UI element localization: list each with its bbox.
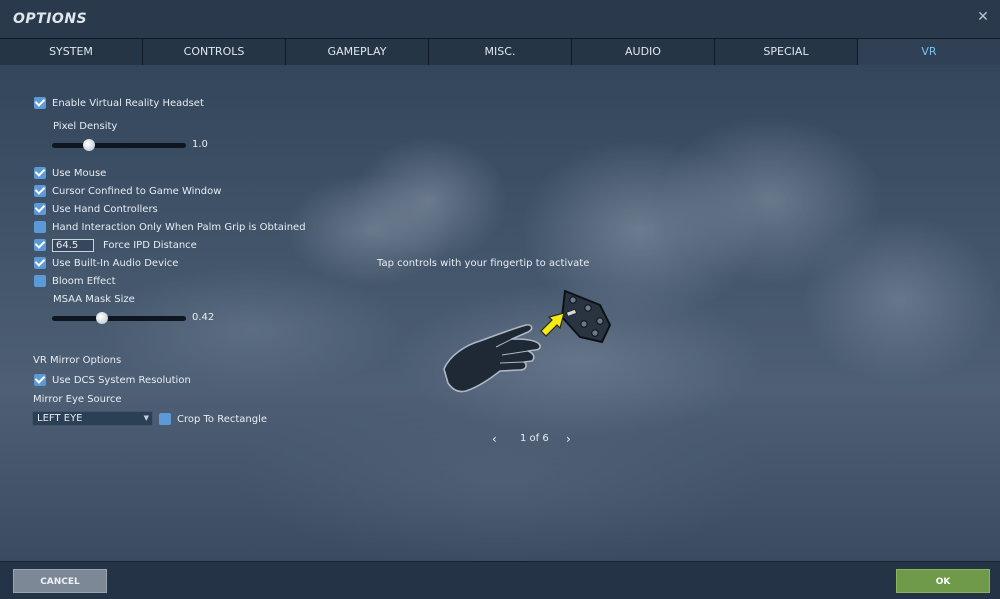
cursor-confined-label: Cursor Confined to Game Window bbox=[52, 185, 222, 197]
dcs-resolution-option[interactable]: Use DCS System Resolution bbox=[34, 373, 191, 387]
pixel-density-value: 1.0 bbox=[192, 139, 208, 150]
cancel-button[interactable]: CANCEL bbox=[13, 569, 107, 593]
page-indicator: 1 of 6 bbox=[520, 433, 549, 444]
bloom-checkbox[interactable] bbox=[34, 275, 46, 287]
footer-bar: CANCEL OK bbox=[0, 561, 1000, 599]
builtin-audio-checkbox[interactable] bbox=[34, 257, 46, 269]
msaa-mask-value: 0.42 bbox=[192, 312, 215, 323]
arrow-icon bbox=[540, 312, 565, 337]
tab-system[interactable]: SYSTEM bbox=[0, 39, 143, 65]
pixel-density-knob[interactable] bbox=[82, 139, 95, 151]
vr-options-panel: Enable Virtual Reality Headset Pixel Den… bbox=[0, 65, 1000, 561]
force-ipd-label: Force IPD Distance bbox=[103, 239, 197, 251]
hand-controllers-checkbox[interactable] bbox=[34, 203, 46, 215]
mirror-section-heading: VR Mirror Options bbox=[33, 355, 122, 366]
tutorial-pager: ‹ 1 of 6 › bbox=[490, 432, 580, 447]
cursor-confined-option[interactable]: Cursor Confined to Game Window bbox=[34, 184, 221, 198]
use-mouse-option[interactable]: Use Mouse bbox=[34, 166, 106, 180]
cursor-confined-checkbox[interactable] bbox=[34, 185, 46, 197]
chevron-down-icon: ▼ bbox=[143, 414, 149, 422]
tab-controls[interactable]: CONTROLS bbox=[143, 39, 286, 65]
force-ipd-option[interactable]: 64.5 Force IPD Distance bbox=[34, 238, 197, 252]
builtin-audio-label: Use Built-In Audio Device bbox=[52, 257, 179, 269]
crop-rect-option[interactable]: Crop To Rectangle bbox=[159, 412, 267, 426]
vr-glove-tap-illustration bbox=[443, 289, 612, 393]
hand-controllers-option[interactable]: Use Hand Controllers bbox=[34, 202, 158, 216]
chevron-right-icon[interactable]: › bbox=[566, 432, 571, 446]
dcs-resolution-checkbox[interactable] bbox=[34, 374, 46, 386]
enable-vr-option[interactable]: Enable Virtual Reality Headset bbox=[34, 96, 204, 110]
mirror-eye-label: Mirror Eye Source bbox=[33, 394, 122, 405]
tab-gameplay[interactable]: GAMEPLAY bbox=[286, 39, 429, 65]
window-title: OPTIONS bbox=[13, 11, 88, 27]
msaa-mask-slider[interactable]: 0.42 bbox=[52, 312, 222, 324]
pixel-density-label: Pixel Density bbox=[53, 121, 118, 132]
force-ipd-checkbox[interactable] bbox=[34, 239, 46, 251]
palm-grip-label: Hand Interaction Only When Palm Grip is … bbox=[52, 221, 306, 233]
pixel-density-slider[interactable]: 1.0 bbox=[52, 139, 222, 151]
control-panel-icon bbox=[560, 289, 612, 344]
mirror-eye-select[interactable]: LEFT EYE ▼ bbox=[32, 411, 153, 426]
chevron-left-icon[interactable]: ‹ bbox=[492, 432, 497, 446]
builtin-audio-option[interactable]: Use Built-In Audio Device bbox=[34, 256, 178, 270]
msaa-mask-label: MSAA Mask Size bbox=[53, 294, 135, 305]
enable-vr-label: Enable Virtual Reality Headset bbox=[52, 97, 204, 109]
close-icon[interactable]: ✕ bbox=[976, 10, 990, 24]
msaa-mask-track[interactable] bbox=[52, 316, 186, 321]
bloom-option[interactable]: Bloom Effect bbox=[34, 274, 116, 288]
dcs-resolution-label: Use DCS System Resolution bbox=[52, 374, 191, 386]
use-mouse-label: Use Mouse bbox=[52, 167, 107, 179]
tab-vr[interactable]: VR bbox=[858, 39, 1000, 65]
tab-audio[interactable]: AUDIO bbox=[572, 39, 715, 65]
ipd-distance-input[interactable]: 64.5 bbox=[52, 238, 94, 252]
title-bar: OPTIONS ✕ bbox=[0, 0, 1000, 38]
enable-vr-checkbox[interactable] bbox=[34, 97, 46, 109]
tab-special[interactable]: SPECIAL bbox=[715, 39, 858, 65]
msaa-mask-knob[interactable] bbox=[95, 312, 108, 324]
tutorial-hint: Tap controls with your fingertip to acti… bbox=[377, 258, 590, 269]
mirror-eye-value: LEFT EYE bbox=[37, 413, 83, 424]
use-mouse-checkbox[interactable] bbox=[34, 167, 46, 179]
crop-rect-checkbox[interactable] bbox=[159, 413, 171, 425]
pixel-density-track[interactable] bbox=[52, 143, 186, 148]
tab-bar: SYSTEM CONTROLS GAMEPLAY MISC. AUDIO SPE… bbox=[0, 38, 1000, 65]
crop-rect-label: Crop To Rectangle bbox=[177, 413, 268, 425]
ok-button[interactable]: OK bbox=[896, 569, 990, 593]
palm-grip-checkbox[interactable] bbox=[34, 221, 46, 233]
hand-controllers-label: Use Hand Controllers bbox=[52, 203, 158, 215]
palm-grip-option[interactable]: Hand Interaction Only When Palm Grip is … bbox=[34, 220, 306, 234]
tab-misc[interactable]: MISC. bbox=[429, 39, 572, 65]
bloom-label: Bloom Effect bbox=[52, 275, 116, 287]
glove-hand-icon bbox=[443, 324, 541, 393]
